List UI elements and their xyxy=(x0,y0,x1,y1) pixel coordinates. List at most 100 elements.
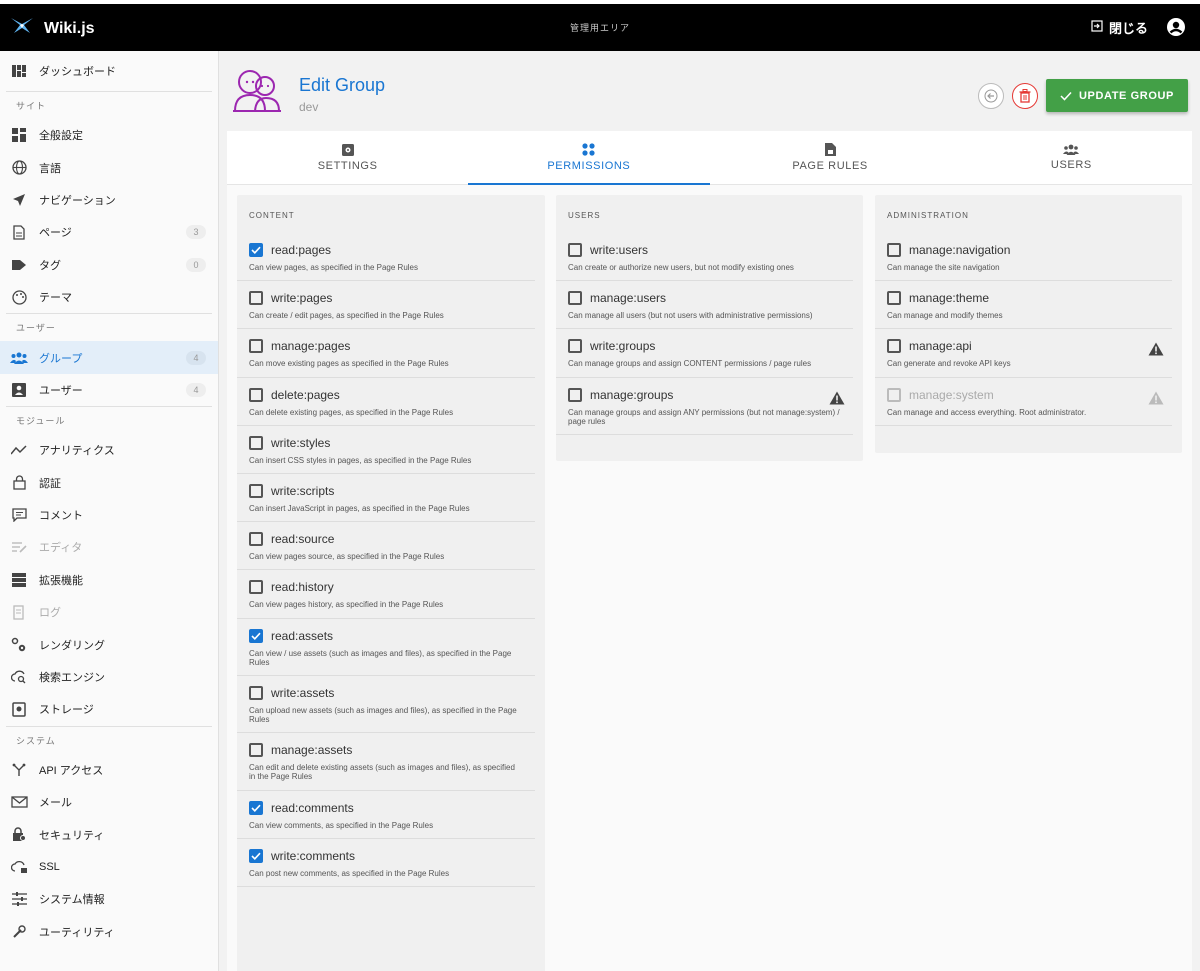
permission-checkbox-row[interactable]: read:history xyxy=(249,580,523,595)
sidebar-item-users[interactable]: ユーザー 4 xyxy=(0,374,218,406)
permission-checkbox[interactable] xyxy=(249,243,263,257)
admin-area-title: 管理用エリア xyxy=(569,23,630,33)
sidebar-item-theme[interactable]: テーマ xyxy=(0,281,218,313)
sidebar-item-utilities[interactable]: ユーティリティ xyxy=(0,916,218,948)
permission-checkbox-row[interactable]: read:pages xyxy=(249,243,523,257)
content-permissions-panel: CONTENT read:pages Can view pages, as spe… xyxy=(237,195,545,971)
permission-checkbox[interactable] xyxy=(249,435,263,450)
tab-users[interactable]: USERS xyxy=(951,131,1192,184)
permission-checkbox-row[interactable]: write:scripts xyxy=(249,483,523,498)
sidebar-item-groups[interactable]: グループ 4 xyxy=(0,341,218,374)
section-users: ユーザー xyxy=(6,313,212,341)
users-count-badge: 4 xyxy=(186,382,206,397)
permission-checkbox[interactable] xyxy=(249,743,263,758)
sidebar-item-general[interactable]: 全般設定 xyxy=(0,119,218,151)
tab-page-rules[interactable]: PAGE RULES xyxy=(710,131,951,184)
permission-checkbox[interactable] xyxy=(249,339,263,354)
permission-checkbox-row[interactable]: write:users xyxy=(568,243,841,257)
delete-group-button[interactable] xyxy=(1011,82,1038,109)
palette-icon xyxy=(10,288,28,306)
permission-description: Can delete existing pages, as specified … xyxy=(249,407,454,417)
permission-checkbox-row[interactable]: manage:users xyxy=(568,291,841,306)
account-icon[interactable] xyxy=(1166,17,1186,42)
permission-checkbox[interactable] xyxy=(887,339,901,354)
sidebar-label: 全般設定 xyxy=(39,130,83,143)
user-box-icon xyxy=(10,381,28,399)
permission-item: manage:users Can manage all users (but no… xyxy=(556,281,853,330)
permission-checkbox[interactable] xyxy=(568,339,582,354)
sidebar-item-analytics[interactable]: アナリティクス xyxy=(0,434,218,466)
sidebar-label: テーマ xyxy=(39,292,72,305)
permission-checkbox[interactable] xyxy=(249,291,263,306)
permission-checkbox-row[interactable]: delete:pages xyxy=(249,387,523,402)
permission-list: write:users Can create or authorize new u… xyxy=(556,233,863,435)
sidebar-item-logging[interactable]: ログ xyxy=(0,596,218,628)
permission-checkbox-row[interactable]: write:styles xyxy=(249,435,523,450)
sidebar-item-system-info[interactable]: システム情報 xyxy=(0,883,218,915)
sidebar-item-pages[interactable]: ページ 3 xyxy=(0,216,218,248)
close-admin-button[interactable]: 閉じる xyxy=(1091,18,1148,37)
sidebar-item-extensions[interactable]: 拡張機能 xyxy=(0,564,218,596)
tab-settings[interactable]: SETTINGS xyxy=(227,131,468,184)
permission-checkbox-row[interactable]: read:source xyxy=(249,532,523,547)
permission-checkbox-row[interactable]: manage:assets xyxy=(249,743,523,758)
back-button[interactable] xyxy=(977,82,1004,109)
sidebar-item-locale[interactable]: 言語 xyxy=(0,151,218,183)
permission-checkbox[interactable] xyxy=(887,243,901,257)
permission-checkbox[interactable] xyxy=(249,483,263,498)
sidebar-item-auth[interactable]: 認証 xyxy=(0,467,218,499)
permission-item: manage:assets Can edit and delete existin… xyxy=(237,733,535,791)
permission-checkbox-row[interactable]: manage:groups xyxy=(568,387,841,402)
permission-checkbox[interactable] xyxy=(887,387,901,402)
permission-name: manage:theme xyxy=(909,291,990,306)
permission-checkbox-row[interactable]: manage:theme xyxy=(887,291,1160,306)
sidebar-item-editor[interactable]: エディタ xyxy=(0,531,218,563)
update-group-button[interactable]: UPDATE GROUP xyxy=(1045,79,1188,112)
section-site: サイト xyxy=(6,91,212,119)
sidebar-item-storage[interactable]: ストレージ xyxy=(0,693,218,725)
sidebar-item-tags[interactable]: タグ 0 xyxy=(0,249,218,281)
permission-checkbox[interactable] xyxy=(249,685,263,700)
permission-checkbox[interactable] xyxy=(249,580,263,595)
permission-description: Can manage and modify themes xyxy=(887,311,1003,321)
permission-name: write:groups xyxy=(590,339,656,354)
sidebar-item-ssl[interactable]: SSL xyxy=(0,851,218,883)
sidebar-item-rendering[interactable]: レンダリング xyxy=(0,628,218,660)
permission-checkbox-row[interactable]: write:groups xyxy=(568,339,841,354)
permission-checkbox-row[interactable]: write:assets xyxy=(249,685,523,700)
tags-count-badge: 0 xyxy=(186,257,206,272)
permission-checkbox-row[interactable]: manage:pages xyxy=(249,339,523,354)
sidebar-item-api[interactable]: API アクセス xyxy=(0,754,218,786)
permission-checkbox-row[interactable]: read:comments xyxy=(249,800,523,815)
permission-checkbox-row[interactable]: write:comments xyxy=(249,848,523,863)
sidebar-item-dashboard[interactable]: ダッシュボード xyxy=(0,51,218,91)
permission-checkbox-row[interactable]: manage:navigation xyxy=(887,243,1160,257)
permission-checkbox[interactable] xyxy=(249,800,263,815)
permission-checkbox[interactable] xyxy=(887,291,901,306)
permission-checkbox[interactable] xyxy=(249,387,263,402)
permission-item: read:comments Can view comments, as speci… xyxy=(237,791,535,839)
sidebar-item-search[interactable]: 検索エンジン xyxy=(0,661,218,693)
sidebar-item-comments[interactable]: コメント xyxy=(0,499,218,531)
permission-checkbox-row[interactable]: manage:system xyxy=(887,387,1160,402)
sidebar-item-navigation[interactable]: ナビゲーション xyxy=(0,184,218,216)
permission-checkbox[interactable] xyxy=(568,243,582,257)
permission-checkbox-row[interactable]: manage:api xyxy=(887,339,1160,354)
close-label: 閉じる xyxy=(1108,21,1148,36)
permission-checkbox[interactable] xyxy=(249,532,263,547)
tab-permissions[interactable]: PERMISSIONS xyxy=(468,131,710,185)
admin-sidebar: ダッシュボード サイト 全般設定 言語 ナビゲーション ページ 3 タグ 0 テ… xyxy=(0,51,219,971)
permission-checkbox-row[interactable]: write:pages xyxy=(249,291,523,306)
permission-checkbox-row[interactable]: read:assets xyxy=(249,628,523,643)
permission-name: manage:assets xyxy=(271,743,353,758)
permission-checkbox[interactable] xyxy=(568,291,582,306)
sidebar-item-security[interactable]: セキュリティ xyxy=(0,818,218,850)
permission-checkbox[interactable] xyxy=(249,848,263,863)
permission-item: write:comments Can post new comments, as … xyxy=(237,839,535,887)
permission-description: Can manage the site navigation xyxy=(887,263,1000,272)
sidebar-item-mail[interactable]: メール xyxy=(0,786,218,818)
permission-checkbox[interactable] xyxy=(249,628,263,643)
permission-checkbox[interactable] xyxy=(568,387,582,402)
tab-label: USERS xyxy=(1050,159,1092,171)
grid-settings-icon xyxy=(10,126,28,144)
